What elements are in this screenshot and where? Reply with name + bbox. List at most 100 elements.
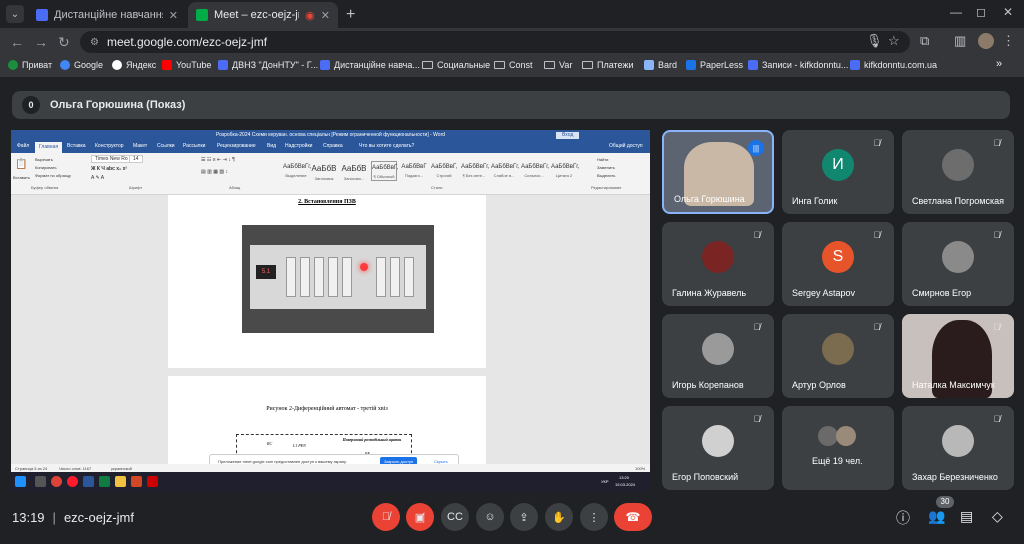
new-tab-button[interactable]: + [346,6,355,24]
participant-tile[interactable]: 🎙̸ Смирнов Егор [902,222,1014,306]
profile-avatar[interactable] [978,33,994,49]
privat-icon [8,60,18,70]
extensions-icon[interactable]: ⧉ [920,33,929,49]
leave-call-button[interactable]: ☎ [614,503,652,531]
close-icon[interactable]: ✕ [169,9,178,22]
avatar [702,425,734,457]
participant-tile[interactable]: 🎙̸ И Инга Голик [782,130,894,214]
participant-tile[interactable]: 🎙̸ Светлана Погромская [902,130,1014,214]
site-icon [748,60,758,70]
format-buttons: Ж К Ч abc x₂ x² [91,166,128,172]
participant-name: Галина Журавель [672,288,747,298]
bookmark-donntu[interactable]: ДВНЗ "ДонНТУ" - Г... [218,60,318,70]
participant-tile[interactable]: 🎙̸ Наталка Максимчук [902,314,1014,398]
close-icon[interactable]: ✕ [321,9,330,22]
word-tab: Рассылки [183,143,206,149]
avatar [836,426,856,446]
participant-tile[interactable]: 🎙̸ S Sergey Astapov [782,222,894,306]
section-title: 2. Встановлення ПЗВ [298,199,356,205]
participant-name: Ольга Горюшина [674,194,745,204]
bookmark-folder-social[interactable]: Социальные [422,60,490,70]
yandex-icon [112,60,122,70]
bookmark-privat[interactable]: Приват [8,60,52,70]
captions-button[interactable]: CC [441,503,469,531]
bookmark-records[interactable]: Записи - kifkdonntu... [748,60,848,70]
bookmark-bard[interactable]: Bard [644,60,677,70]
bookmark-kifk[interactable]: kifkdonntu.com.ua [850,60,937,70]
bard-icon [644,60,654,70]
participant-tile[interactable]: 🎙̸ Захар Березниченко [902,406,1014,490]
chat-icon[interactable]: ▤ [960,508,973,525]
mic-off-icon: 🎙̸ [873,230,881,240]
cut-label: Вырезать [35,157,53,162]
folder-icon [544,61,555,69]
back-icon[interactable]: ← [10,34,24,50]
style-item: АаБбВвГ Подзаго... [401,164,427,178]
avatar [822,333,854,365]
site-info-icon[interactable]: ⚙ [90,37,99,48]
participant-tile[interactable]: 🎙̸ Артур Орлов [782,314,894,398]
tab-search-icon[interactable]: ⌄ [6,5,24,23]
microphone-off-button[interactable]: 🎙̸ [372,503,400,531]
folder-icon [422,61,433,69]
folder-icon [494,61,505,69]
microphone-icon[interactable]: 🎙 [866,33,883,49]
avatar [818,426,838,446]
bookmark-folder-var[interactable]: Var [544,60,572,70]
raise-hand-button[interactable]: ✋ [545,503,573,531]
bookmark-distance[interactable]: Дистанційне навча... [320,60,420,70]
participant-tile[interactable]: ||| Ольга Горюшина [662,130,774,214]
notification-text: Приложение meet.google.com предоставлен … [218,458,347,464]
reload-icon[interactable]: ↻ [58,34,70,51]
side-panel-icon[interactable]: ▥ [954,33,966,49]
taskbar-language: УКР [601,479,609,484]
more-options-button[interactable]: ⋮ [580,503,608,531]
style-item: АаБбВвГг, Цитата 2 [551,164,580,178]
present-button[interactable]: ⇪ [510,503,538,531]
close-window-button[interactable]: ✕ [1003,5,1013,19]
folder-icon [115,476,126,487]
bookmark-google[interactable]: Google [60,60,103,70]
bookmark-star-icon[interactable]: ☆ [888,33,900,49]
bookmark-paperless[interactable]: PaperLess [686,60,743,70]
mic-off-icon: 🎙̸ [993,230,1001,240]
phone-hangup-icon: ☎ [625,510,641,524]
camera-off-icon: ▣̸ [414,511,426,524]
reactions-button[interactable]: ☺ [476,503,504,531]
bookmark-youtube[interactable]: YouTube [162,60,211,70]
mic-off-icon: 🎙̸ [753,322,761,332]
minimize-button[interactable]: — [950,5,962,19]
bookmark-yandex[interactable]: Яндекс [112,60,156,70]
bookmark-folder-payments[interactable]: Платежи [582,60,634,70]
word-tab: Ссылки [157,143,175,149]
participant-name: Sergey Astapov [792,288,856,298]
maximize-button[interactable]: ◻ [976,5,986,19]
camera-off-button[interactable]: ▣̸ [406,503,434,531]
more-icon: ⋮ [588,511,600,524]
forward-icon[interactable]: → [34,34,48,50]
people-icon[interactable]: 👥 [928,508,945,525]
participant-tile[interactable]: 🎙̸ Игорь Корепанов [662,314,774,398]
address-bar[interactable]: ⚙ meet.google.com/ezc-oejz-jmf [80,31,910,53]
menu-icon[interactable]: ⋮ [1002,33,1015,49]
bookmark-folder-const[interactable]: Const [494,60,533,70]
tab-meet[interactable]: Meet – ezc-oejz-jmf ◉ ✕ [188,2,338,28]
others-tile[interactable]: Ещё 19 чел. [782,406,894,490]
participant-tile[interactable]: 🎙̸ Егор Поповский [662,406,774,490]
taskbar-time: 13:20 [619,475,630,480]
info-icon[interactable]: ⓘ [896,508,910,528]
breaker-module [390,257,400,297]
participant-name: Инга Голик [792,196,838,206]
participant-name: Захар Березниченко [912,472,998,482]
style-item: АаБбВ Заголово... [341,164,367,181]
document-page: Рисунок 2-Диференційний автомат - третій… [168,376,486,466]
participant-tile[interactable]: 🎙̸ Галина Журавель [662,222,774,306]
avatar [942,241,974,273]
activities-icon[interactable]: ◇ [992,508,1003,525]
bookmarks-more-button[interactable]: » [996,58,1002,70]
status-language: украинский [111,466,132,471]
tab-distance-learning[interactable]: Дистанційне навчання в ВСП ✕ [28,2,186,28]
mic-off-icon: 🎙̸ [381,511,391,523]
word-share: Общий доступ [609,143,643,149]
word-ribbon: 📋 Вставить Вырезать Копировать Формат по… [11,153,650,195]
